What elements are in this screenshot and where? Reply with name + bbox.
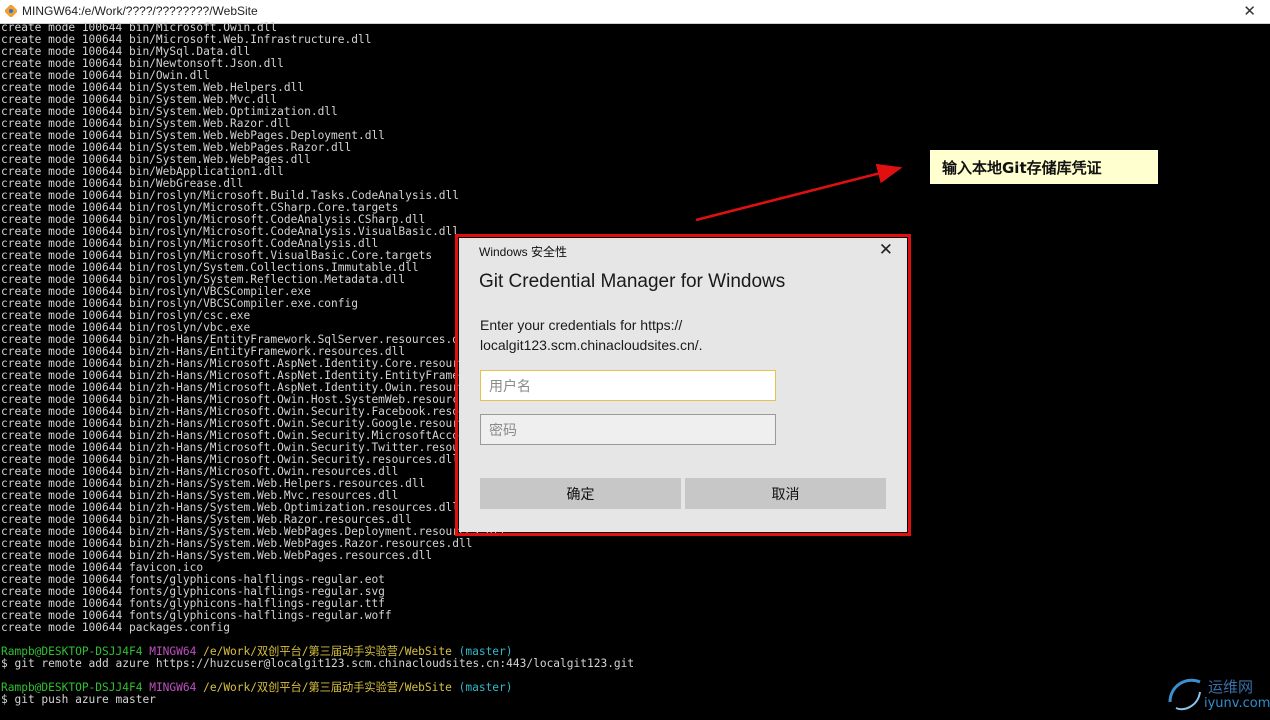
window-title: MINGW64:/e/Work/????/????????/WebSite xyxy=(22,4,258,18)
dialog-caption: Windows 安全性 xyxy=(479,245,568,259)
dialog-heading: Git Credential Manager for Windows xyxy=(479,271,786,292)
command-line: $ git push azure master xyxy=(1,693,156,706)
prompt-host: MINGW64 xyxy=(149,681,197,694)
callout-text: 输入本地Git存储库凭证 xyxy=(942,158,1102,177)
cancel-button[interactable]: 取消 xyxy=(685,478,886,509)
terminal-line: create mode 100644 packages.config xyxy=(1,621,231,634)
dialog-message: Enter your credentials for https:// loca… xyxy=(480,315,780,355)
annotation-callout: 输入本地Git存储库凭证 xyxy=(930,150,1158,184)
watermark: 运维网 iyunv.com xyxy=(1164,672,1270,716)
git-bash-icon xyxy=(5,5,17,17)
window-titlebar: MINGW64:/e/Work/????/????????/WebSite ✕ xyxy=(0,0,1270,24)
password-field[interactable] xyxy=(480,414,776,445)
dialog-close-button[interactable]: ✕ xyxy=(879,240,893,260)
dialog-message-line1: Enter your credentials for https:// xyxy=(480,317,683,333)
ok-button[interactable]: 确定 xyxy=(480,478,681,509)
window-close-button[interactable]: ✕ xyxy=(1243,2,1256,20)
watermark-domain: iyunv.com xyxy=(1204,696,1270,711)
prompt-branch: (master) xyxy=(458,681,513,694)
credential-dialog: Windows 安全性 ✕ Git Credential Manager for… xyxy=(459,238,907,532)
watermark-logo-icon xyxy=(1168,678,1201,711)
command-line: $ git remote add azure https://huzcuser@… xyxy=(1,657,635,670)
watermark-name: 运维网 xyxy=(1208,678,1254,696)
prompt-path: /e/Work/双创平台/第三届动手实验营/WebSite xyxy=(203,681,452,694)
prompt-line: Rampb@DESKTOP-DSJJ4F4 MINGW64 /e/Work/双创… xyxy=(1,682,1267,694)
username-field[interactable] xyxy=(480,370,776,401)
dialog-message-line2: localgit123.scm.chinacloudsites.cn/. xyxy=(480,337,703,353)
